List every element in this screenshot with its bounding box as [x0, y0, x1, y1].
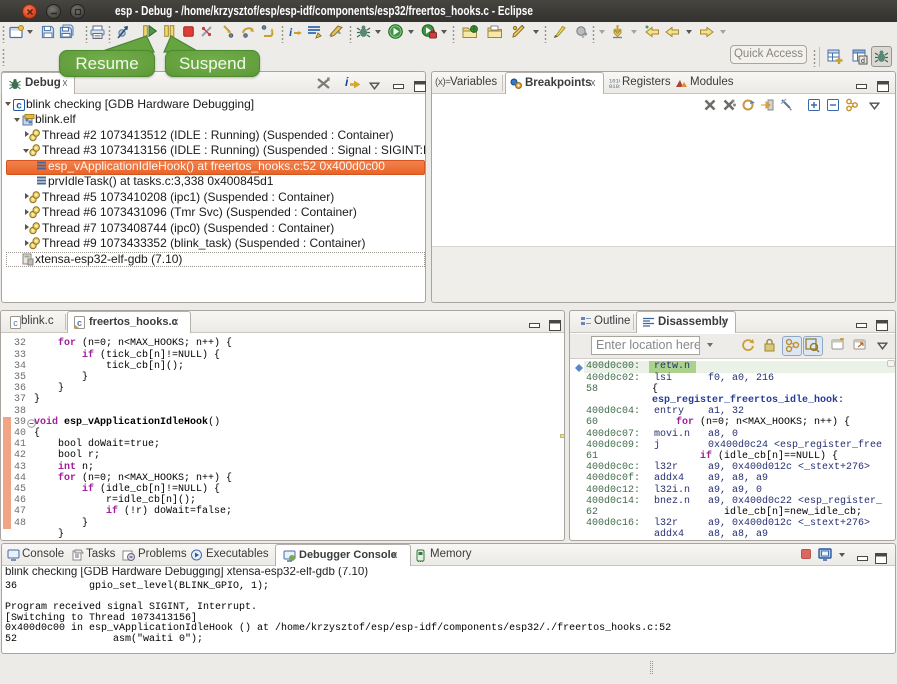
svg-text:c: c [13, 318, 18, 328]
svg-text:c: c [77, 318, 82, 328]
svg-text:0101: 0101 [609, 83, 620, 89]
svg-text:c: c [16, 100, 22, 111]
svg-text:d: d [861, 58, 865, 65]
